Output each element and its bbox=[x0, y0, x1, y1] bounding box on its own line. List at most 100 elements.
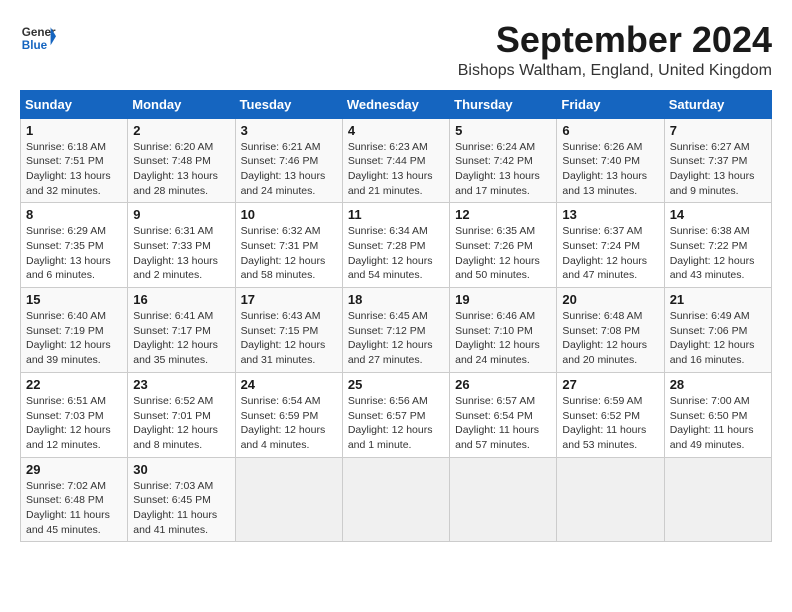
calendar-cell bbox=[664, 457, 771, 542]
day-number: 10 bbox=[241, 207, 337, 222]
day-info: Sunrise: 6:18 AMSunset: 7:51 PMDaylight:… bbox=[26, 140, 122, 199]
day-info: Sunrise: 6:49 AMSunset: 7:06 PMDaylight:… bbox=[670, 309, 766, 368]
day-info: Sunrise: 6:43 AMSunset: 7:15 PMDaylight:… bbox=[241, 309, 337, 368]
calendar-cell: 16 Sunrise: 6:41 AMSunset: 7:17 PMDayligh… bbox=[128, 288, 235, 373]
calendar-cell: 1Sunrise: 6:18 AMSunset: 7:51 PMDaylight… bbox=[21, 118, 128, 203]
calendar-cell bbox=[450, 457, 557, 542]
day-info: Sunrise: 6:38 AMSunset: 7:22 PMDaylight:… bbox=[670, 224, 766, 283]
day-number: 5 bbox=[455, 123, 551, 138]
weekday-header-saturday: Saturday bbox=[664, 90, 771, 118]
day-info: Sunrise: 6:59 AMSunset: 6:52 PMDaylight:… bbox=[562, 394, 658, 453]
location-subtitle: Bishops Waltham, England, United Kingdom bbox=[458, 62, 772, 80]
calendar-cell: 2Sunrise: 6:20 AMSunset: 7:48 PMDaylight… bbox=[128, 118, 235, 203]
day-info: Sunrise: 6:56 AMSunset: 6:57 PMDaylight:… bbox=[348, 394, 444, 453]
calendar-cell: 7 Sunrise: 6:27 AMSunset: 7:37 PMDaylight… bbox=[664, 118, 771, 203]
day-number: 9 bbox=[133, 207, 229, 222]
day-number: 12 bbox=[455, 207, 551, 222]
day-number: 15 bbox=[26, 292, 122, 307]
weekday-header-sunday: Sunday bbox=[21, 90, 128, 118]
day-info: Sunrise: 6:52 AMSunset: 7:01 PMDaylight:… bbox=[133, 394, 229, 453]
calendar-cell: 19Sunrise: 6:46 AMSunset: 7:10 PMDayligh… bbox=[450, 288, 557, 373]
calendar-cell bbox=[235, 457, 342, 542]
page-header: General Blue September 2024 Bishops Walt… bbox=[20, 20, 772, 80]
day-info: Sunrise: 6:57 AMSunset: 6:54 PMDaylight:… bbox=[455, 394, 551, 453]
day-info: Sunrise: 7:02 AMSunset: 6:48 PMDaylight:… bbox=[26, 479, 122, 538]
day-number: 21 bbox=[670, 292, 766, 307]
day-info: Sunrise: 6:35 AMSunset: 7:26 PMDaylight:… bbox=[455, 224, 551, 283]
calendar-cell: 5 Sunrise: 6:24 AMSunset: 7:42 PMDaylight… bbox=[450, 118, 557, 203]
calendar-cell: 29 Sunrise: 7:02 AMSunset: 6:48 PMDayligh… bbox=[21, 457, 128, 542]
day-info: Sunrise: 6:23 AMSunset: 7:44 PMDaylight:… bbox=[348, 140, 444, 199]
day-info: Sunrise: 6:45 AMSunset: 7:12 PMDaylight:… bbox=[348, 309, 444, 368]
day-number: 25 bbox=[348, 377, 444, 392]
calendar-cell bbox=[342, 457, 449, 542]
day-number: 2 bbox=[133, 123, 229, 138]
day-number: 4 bbox=[348, 123, 444, 138]
calendar-cell: 25 Sunrise: 6:56 AMSunset: 6:57 PMDayligh… bbox=[342, 372, 449, 457]
calendar-table: SundayMondayTuesdayWednesdayThursdayFrid… bbox=[20, 90, 772, 543]
day-number: 8 bbox=[26, 207, 122, 222]
calendar-cell: 26Sunrise: 6:57 AMSunset: 6:54 PMDayligh… bbox=[450, 372, 557, 457]
day-info: Sunrise: 6:48 AMSunset: 7:08 PMDaylight:… bbox=[562, 309, 658, 368]
calendar-cell: 21 Sunrise: 6:49 AMSunset: 7:06 PMDayligh… bbox=[664, 288, 771, 373]
weekday-header-tuesday: Tuesday bbox=[235, 90, 342, 118]
day-info: Sunrise: 6:26 AMSunset: 7:40 PMDaylight:… bbox=[562, 140, 658, 199]
day-info: Sunrise: 6:37 AMSunset: 7:24 PMDaylight:… bbox=[562, 224, 658, 283]
svg-text:Blue: Blue bbox=[22, 39, 48, 52]
day-info: Sunrise: 6:24 AMSunset: 7:42 PMDaylight:… bbox=[455, 140, 551, 199]
day-info: Sunrise: 6:31 AMSunset: 7:33 PMDaylight:… bbox=[133, 224, 229, 283]
calendar-cell: 14 Sunrise: 6:38 AMSunset: 7:22 PMDayligh… bbox=[664, 203, 771, 288]
calendar-cell: 22Sunrise: 6:51 AMSunset: 7:03 PMDayligh… bbox=[21, 372, 128, 457]
day-info: Sunrise: 6:40 AMSunset: 7:19 PMDaylight:… bbox=[26, 309, 122, 368]
day-info: Sunrise: 6:27 AMSunset: 7:37 PMDaylight:… bbox=[670, 140, 766, 199]
calendar-cell: 18 Sunrise: 6:45 AMSunset: 7:12 PMDayligh… bbox=[342, 288, 449, 373]
day-number: 27 bbox=[562, 377, 658, 392]
day-number: 11 bbox=[348, 207, 444, 222]
title-block: September 2024 Bishops Waltham, England,… bbox=[458, 20, 772, 80]
day-number: 16 bbox=[133, 292, 229, 307]
weekday-header-row: SundayMondayTuesdayWednesdayThursdayFrid… bbox=[21, 90, 772, 118]
calendar-week-5: 29 Sunrise: 7:02 AMSunset: 6:48 PMDayligh… bbox=[21, 457, 772, 542]
calendar-cell: 10 Sunrise: 6:32 AMSunset: 7:31 PMDayligh… bbox=[235, 203, 342, 288]
calendar-cell: 9 Sunrise: 6:31 AMSunset: 7:33 PMDaylight… bbox=[128, 203, 235, 288]
calendar-cell: 13 Sunrise: 6:37 AMSunset: 7:24 PMDayligh… bbox=[557, 203, 664, 288]
day-info: Sunrise: 6:29 AMSunset: 7:35 PMDaylight:… bbox=[26, 224, 122, 283]
calendar-cell: 27 Sunrise: 6:59 AMSunset: 6:52 PMDayligh… bbox=[557, 372, 664, 457]
weekday-header-monday: Monday bbox=[128, 90, 235, 118]
day-number: 14 bbox=[670, 207, 766, 222]
calendar-cell: 28 Sunrise: 7:00 AMSunset: 6:50 PMDayligh… bbox=[664, 372, 771, 457]
calendar-cell: 12 Sunrise: 6:35 AMSunset: 7:26 PMDayligh… bbox=[450, 203, 557, 288]
day-info: Sunrise: 7:03 AMSunset: 6:45 PMDaylight:… bbox=[133, 479, 229, 538]
day-number: 3 bbox=[241, 123, 337, 138]
calendar-cell: 3 Sunrise: 6:21 AMSunset: 7:46 PMDaylight… bbox=[235, 118, 342, 203]
day-number: 6 bbox=[562, 123, 658, 138]
day-number: 28 bbox=[670, 377, 766, 392]
calendar-week-1: 1Sunrise: 6:18 AMSunset: 7:51 PMDaylight… bbox=[21, 118, 772, 203]
calendar-cell bbox=[557, 457, 664, 542]
day-number: 22 bbox=[26, 377, 122, 392]
logo-icon: General Blue bbox=[20, 20, 56, 56]
calendar-week-3: 15 Sunrise: 6:40 AMSunset: 7:19 PMDayligh… bbox=[21, 288, 772, 373]
calendar-cell: 15 Sunrise: 6:40 AMSunset: 7:19 PMDayligh… bbox=[21, 288, 128, 373]
day-number: 13 bbox=[562, 207, 658, 222]
day-info: Sunrise: 6:21 AMSunset: 7:46 PMDaylight:… bbox=[241, 140, 337, 199]
day-info: Sunrise: 6:32 AMSunset: 7:31 PMDaylight:… bbox=[241, 224, 337, 283]
day-number: 20 bbox=[562, 292, 658, 307]
weekday-header-thursday: Thursday bbox=[450, 90, 557, 118]
calendar-cell: 24Sunrise: 6:54 AMSunset: 6:59 PMDayligh… bbox=[235, 372, 342, 457]
day-number: 30 bbox=[133, 462, 229, 477]
month-title: September 2024 bbox=[458, 20, 772, 60]
calendar-cell: 17Sunrise: 6:43 AMSunset: 7:15 PMDayligh… bbox=[235, 288, 342, 373]
day-number: 24 bbox=[241, 377, 337, 392]
calendar-cell: 8 Sunrise: 6:29 AMSunset: 7:35 PMDaylight… bbox=[21, 203, 128, 288]
calendar-cell: 20 Sunrise: 6:48 AMSunset: 7:08 PMDayligh… bbox=[557, 288, 664, 373]
day-info: Sunrise: 6:46 AMSunset: 7:10 PMDaylight:… bbox=[455, 309, 551, 368]
day-number: 29 bbox=[26, 462, 122, 477]
day-info: Sunrise: 6:41 AMSunset: 7:17 PMDaylight:… bbox=[133, 309, 229, 368]
day-number: 7 bbox=[670, 123, 766, 138]
calendar-week-2: 8 Sunrise: 6:29 AMSunset: 7:35 PMDaylight… bbox=[21, 203, 772, 288]
weekday-header-friday: Friday bbox=[557, 90, 664, 118]
day-number: 18 bbox=[348, 292, 444, 307]
logo: General Blue bbox=[20, 20, 56, 56]
day-info: Sunrise: 7:00 AMSunset: 6:50 PMDaylight:… bbox=[670, 394, 766, 453]
